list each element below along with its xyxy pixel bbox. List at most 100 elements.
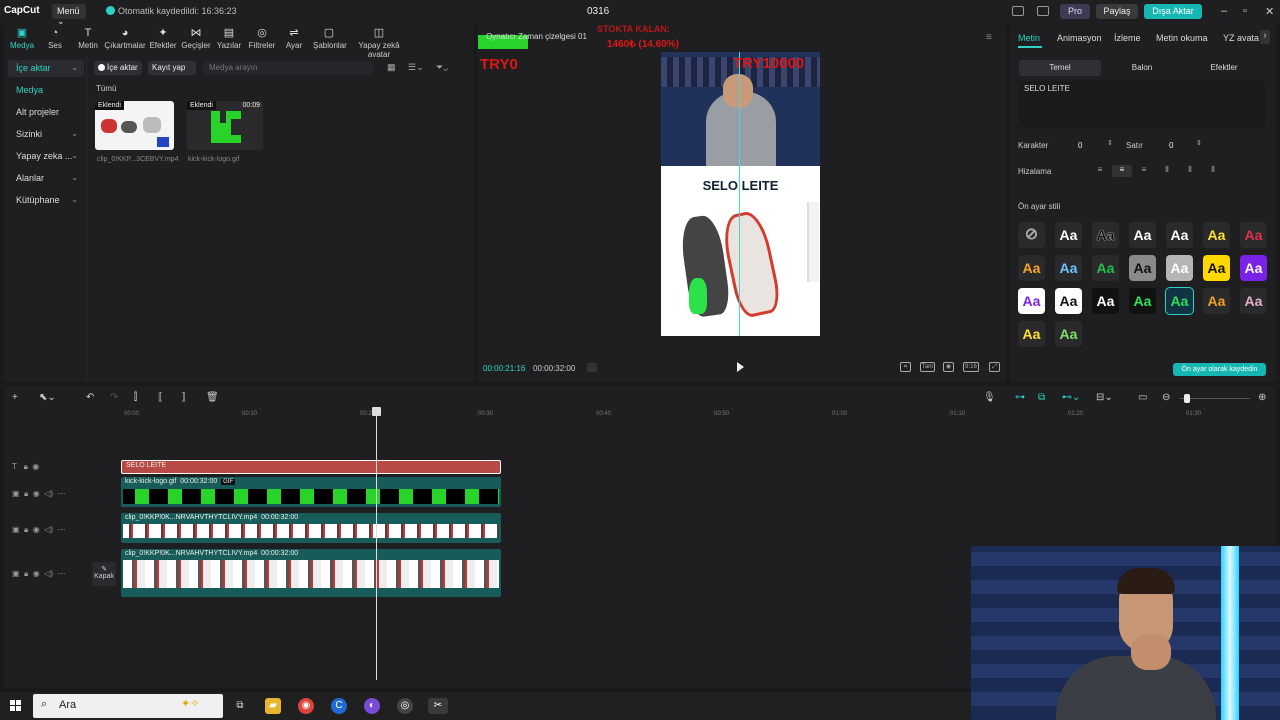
- tab-tracking[interactable]: İzleme: [1114, 33, 1141, 43]
- app-chat-icon[interactable]: ◐: [364, 698, 380, 714]
- capcut-icon[interactable]: ✂: [428, 698, 448, 714]
- select-tool-icon[interactable]: ⬉⌄: [39, 392, 56, 403]
- video-canvas[interactable]: SELO LEITE: [661, 52, 820, 336]
- preset-style-item[interactable]: Aa: [1092, 222, 1119, 248]
- view-grid-icon[interactable]: ▦: [387, 62, 396, 73]
- preset-style-item[interactable]: Aa: [1018, 288, 1045, 314]
- lock-icon[interactable]: 🔒︎: [24, 569, 28, 578]
- sidenav-subprojects[interactable]: Alt projeler: [8, 104, 84, 121]
- tool-adjust[interactable]: ⇌ Ayar: [284, 28, 304, 51]
- preset-style-item[interactable]: Aa: [1166, 222, 1193, 248]
- video-clip-2[interactable]: clip_0!KKP!0K...NRVAHVTHYTCLIVY.mp4 00:0…: [121, 549, 501, 597]
- delete-icon[interactable]: 🗑: [206, 392, 219, 403]
- subtab-bubble[interactable]: Balon: [1101, 60, 1183, 76]
- tool-captions[interactable]: ▤ Yazılar: [216, 28, 242, 51]
- preset-style-item[interactable]: Aa: [1018, 255, 1045, 281]
- preset-style-item[interactable]: Aa: [1165, 287, 1194, 315]
- aspect-ratio-button[interactable]: 9:16: [963, 362, 979, 372]
- playhead-handle[interactable]: [372, 407, 381, 416]
- preset-style-item[interactable]: Aa: [1055, 255, 1082, 281]
- sidenav-library[interactable]: Kütüphane ⌄: [8, 192, 84, 209]
- zoom-out-icon[interactable]: ⊖: [1162, 392, 1170, 403]
- menu-button[interactable]: Menü ⌄: [52, 4, 86, 26]
- tab-text[interactable]: Metin: [1018, 33, 1040, 43]
- align-bottom-icon[interactable]: ⦀: [1203, 165, 1223, 177]
- magnet-icon[interactable]: ⊶: [1015, 392, 1025, 403]
- subtab-basic[interactable]: Temel: [1019, 60, 1101, 76]
- more-icon[interactable]: ⋯: [57, 525, 65, 534]
- taskbar-search[interactable]: ⌕ Ara ✦✧: [33, 694, 223, 718]
- tool-transitions[interactable]: ⋈ Geçişler: [181, 28, 211, 51]
- preset-style-item[interactable]: Aa: [1240, 255, 1267, 281]
- preset-style-item[interactable]: Aa: [1055, 222, 1082, 248]
- karakter-value[interactable]: 0: [1078, 141, 1082, 150]
- pro-button[interactable]: Pro: [1060, 4, 1090, 19]
- sidenav-import[interactable]: İçe aktar ⌄: [8, 60, 84, 77]
- sidenav-spaces[interactable]: Alanlar ⌄: [8, 170, 84, 187]
- text-content-field[interactable]: SELO LEITE: [1019, 81, 1265, 127]
- media-search-input[interactable]: Medya arayın: [203, 61, 373, 75]
- playhead-line[interactable]: [376, 409, 377, 680]
- audio-icon[interactable]: ◁): [44, 569, 53, 578]
- import-button[interactable]: İçe aktar: [94, 61, 142, 75]
- obs-icon[interactable]: ◎: [397, 698, 413, 714]
- add-icon[interactable]: +: [12, 392, 18, 403]
- cover-button[interactable]: ✎ Kapak: [92, 562, 116, 586]
- preset-style-item[interactable]: Aa: [1240, 222, 1267, 248]
- preset-style-item[interactable]: Aa: [1055, 288, 1082, 314]
- align-top-icon[interactable]: ⦀: [1157, 165, 1177, 177]
- zoom-slider-handle[interactable]: [1184, 394, 1190, 403]
- tab-ai-avatar[interactable]: YZ avata: [1223, 33, 1259, 43]
- tool-stickers[interactable]: ◕ Çıkartmalar: [104, 28, 146, 51]
- play-button[interactable]: [737, 362, 744, 372]
- tool-filters[interactable]: ◎ Filtreler: [247, 28, 277, 51]
- satir-value[interactable]: 0: [1169, 141, 1173, 150]
- align-left-icon[interactable]: ≡: [1090, 165, 1110, 177]
- share-button[interactable]: Paylaş: [1096, 4, 1138, 19]
- filter-icon[interactable]: ⏷⌄: [436, 62, 448, 73]
- video-clip-1[interactable]: clip_0!KKP!0K...NRVAHVTHYTCLIVY.mp4 00:0…: [121, 513, 501, 543]
- preset-none-icon[interactable]: ⊘: [1018, 222, 1045, 248]
- link-icon[interactable]: ⧉: [1038, 392, 1045, 403]
- undo-icon[interactable]: ↶: [86, 392, 94, 403]
- zoom-slider-track[interactable]: [1180, 398, 1250, 399]
- shortcuts-icon[interactable]: [1037, 6, 1049, 16]
- snap-icon[interactable]: ⊷⌄: [1062, 392, 1080, 403]
- tool-media[interactable]: ▣ Medya: [10, 28, 34, 51]
- redo-icon[interactable]: ↷: [110, 392, 118, 403]
- task-view-icon[interactable]: ⧉: [232, 698, 248, 714]
- media-item-gif[interactable]: Eklendi 00:09: [187, 101, 263, 150]
- mic-icon[interactable]: 🎙: [983, 392, 996, 403]
- tool-ai-avatar[interactable]: ◫ Yapay zekâ avatar: [349, 28, 409, 60]
- lock-icon[interactable]: 🔒︎: [24, 489, 28, 498]
- gif-clip[interactable]: kick-kick-logo.gif 00:00:32:00 GIF: [121, 477, 501, 507]
- tool-effects[interactable]: ✦ Efektler: [149, 28, 177, 51]
- layout-icon[interactable]: [1012, 6, 1024, 16]
- text-clip[interactable]: SELO LEITE: [121, 460, 501, 474]
- preview-axis-icon[interactable]: ⊟⌄: [1096, 392, 1113, 403]
- crop-icon[interactable]: ⌗: [900, 362, 911, 372]
- timecode-icon[interactable]: [587, 363, 597, 372]
- sidenav-yours[interactable]: Sizinki ⌄: [8, 126, 84, 143]
- filter-all-label[interactable]: Tümü: [96, 84, 116, 93]
- split-icon[interactable]: ⫿: [134, 392, 137, 403]
- windows-start-icon[interactable]: [10, 700, 22, 712]
- preset-style-item[interactable]: Aa: [1129, 288, 1156, 314]
- audio-icon[interactable]: ◁): [44, 489, 53, 498]
- lock-icon[interactable]: 🔒︎: [24, 525, 28, 534]
- file-explorer-icon[interactable]: ▰: [265, 698, 281, 714]
- export-button[interactable]: Dışa Aktar: [1144, 4, 1202, 19]
- tab-animation[interactable]: Animasyon: [1057, 33, 1102, 43]
- preset-style-item[interactable]: Aa: [1055, 321, 1082, 347]
- stepper-icon[interactable]: ⇕: [1196, 139, 1202, 147]
- align-middle-icon[interactable]: ⦀: [1180, 165, 1200, 177]
- subtab-effects[interactable]: Efektler: [1183, 60, 1265, 76]
- player-menu-icon[interactable]: ≡: [986, 32, 992, 43]
- sidenav-ai[interactable]: Yapay zeka ... ⌄: [8, 148, 84, 165]
- preset-style-item[interactable]: Aa: [1203, 255, 1230, 281]
- preset-style-item[interactable]: Aa: [1166, 255, 1193, 281]
- split-right-icon[interactable]: ⟧: [181, 392, 186, 403]
- more-icon[interactable]: ⋯: [57, 569, 65, 578]
- preset-style-item[interactable]: Aa: [1203, 288, 1230, 314]
- preset-style-item[interactable]: Aa: [1129, 255, 1156, 281]
